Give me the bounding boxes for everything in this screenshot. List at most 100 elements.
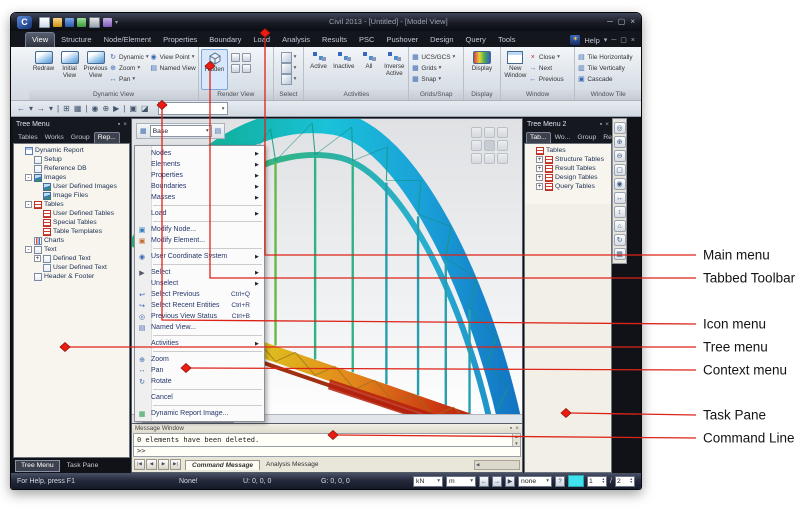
- menu-tab[interactable]: Tools: [492, 33, 522, 47]
- menu-tab[interactable]: Properties: [157, 33, 203, 47]
- tree-item[interactable]: User Defined Text: [14, 263, 129, 272]
- message-tab[interactable]: Command Message: [185, 460, 260, 470]
- tree-item[interactable]: Header & Footer: [14, 272, 129, 281]
- tree-item[interactable]: + Result Tables: [525, 164, 611, 173]
- dynamic-zoom-icon[interactable]: ◎: [614, 122, 626, 134]
- select-window-button[interactable]: ▾: [281, 63, 297, 73]
- tree-item[interactable]: + Query Tables: [525, 182, 611, 191]
- shade-icon[interactable]: ◪: [141, 102, 149, 115]
- tile-horizontally-button[interactable]: ▤Tile Horizontally: [577, 52, 632, 62]
- tree-item[interactable]: User Defined Images: [14, 182, 129, 191]
- context-menu-item[interactable]: Dynamic Report Image... ▶: [135, 408, 264, 419]
- app-logo-icon[interactable]: C: [17, 16, 32, 29]
- menu-tab[interactable]: Load: [247, 33, 276, 47]
- tree-expander[interactable]: +: [536, 183, 543, 190]
- stage-select[interactable]: none▾: [518, 476, 552, 487]
- tree-item[interactable]: Dynamic Report: [14, 146, 129, 155]
- open-file-icon[interactable]: [53, 18, 62, 27]
- tab-scrollbar[interactable]: ◀: [474, 460, 520, 470]
- close-button[interactable]: ×: [630, 15, 635, 29]
- redo-icon[interactable]: →: [37, 102, 45, 115]
- menu-tab[interactable]: Boundary: [203, 33, 247, 47]
- star-badge-icon[interactable]: ✶: [570, 35, 580, 45]
- tree-item[interactable]: Reference DB: [14, 164, 129, 173]
- tree-expander[interactable]: -: [25, 246, 32, 253]
- select-single-button[interactable]: ▾: [281, 52, 297, 62]
- close-icon[interactable]: ×: [605, 121, 609, 128]
- undo-icon[interactable]: ←: [17, 102, 25, 115]
- separator[interactable]: |: [57, 102, 59, 115]
- ucs-combo[interactable]: Base ▾: [150, 125, 212, 137]
- ucs-gcs-button[interactable]: ▦UCS/GCS▾: [411, 52, 455, 62]
- tree-item[interactable]: Image Files: [14, 191, 129, 200]
- import-icon[interactable]: [77, 18, 86, 27]
- display-option-icon[interactable]: ▣: [129, 102, 137, 115]
- zoom-window-icon[interactable]: ▢: [614, 164, 626, 176]
- menu-tab[interactable]: Analysis: [276, 33, 316, 47]
- tree-expander[interactable]: -: [25, 201, 32, 208]
- panel-tab[interactable]: Rep...: [94, 132, 120, 143]
- command-line-prompt[interactable]: >>: [133, 447, 521, 457]
- tree-item[interactable]: Charts: [14, 236, 129, 245]
- tree-item[interactable]: + Design Tables: [525, 173, 611, 182]
- redraw-button[interactable]: Redraw: [31, 49, 56, 90]
- minimize-button[interactable]: ─: [607, 15, 613, 29]
- menu-tab[interactable]: Node/Element: [98, 33, 158, 47]
- save-icon[interactable]: [65, 18, 74, 27]
- context-menu-item[interactable]: Modify Element... ▶: [135, 235, 264, 246]
- context-menu-item[interactable]: Nodes ▶: [135, 148, 264, 159]
- tree-item[interactable]: Special Tables: [14, 218, 129, 227]
- snap-button[interactable]: ▦Snap▾: [411, 74, 455, 84]
- menu-tab[interactable]: View: [25, 32, 55, 47]
- context-menu-item[interactable]: Select Previous Ctrl+Q ▶: [135, 289, 264, 300]
- query-button[interactable]: ?: [555, 476, 565, 487]
- context-menu-item[interactable]: Zoom ▶: [135, 354, 264, 365]
- capture-icon[interactable]: [103, 18, 112, 27]
- selection-color-swatch[interactable]: [568, 475, 584, 487]
- tree-item[interactable]: + Structure Tables: [525, 155, 611, 164]
- context-menu-item[interactable]: Load ▶: [135, 208, 264, 219]
- panel-tab[interactable]: Group: [574, 133, 599, 143]
- previous-window-button[interactable]: ←Previous: [529, 74, 564, 84]
- tab-next-button[interactable]: ▶: [158, 459, 169, 470]
- pin-icon[interactable]: ▪: [510, 425, 512, 432]
- page-current-spinner[interactable]: 1▲▼: [587, 476, 607, 487]
- pin-icon[interactable]: ▪: [600, 121, 602, 128]
- rotate-view-icon[interactable]: ↻: [614, 234, 626, 246]
- menu-tab[interactable]: Structure: [55, 33, 97, 47]
- context-menu-item[interactable]: Select Recent Entities Ctrl+R ▶: [135, 300, 264, 311]
- tree-item[interactable]: Tables: [525, 146, 611, 155]
- panel-tab[interactable]: Tab...: [526, 132, 551, 143]
- context-menu-item[interactable]: Unselect ▶: [135, 278, 264, 289]
- tree-expander[interactable]: +: [536, 156, 543, 163]
- panel-tab[interactable]: Works: [42, 133, 67, 143]
- help-menu[interactable]: Help: [584, 36, 599, 45]
- all-button[interactable]: All: [357, 49, 381, 90]
- tree-item[interactable]: - Images: [14, 173, 129, 182]
- inverse-active-button[interactable]: Inverse Active: [382, 49, 406, 90]
- message-tab[interactable]: Analysis Message: [260, 460, 324, 469]
- grid-view-icon[interactable]: ▦: [614, 248, 626, 260]
- tree-item[interactable]: - Text: [14, 245, 129, 254]
- menu-tab[interactable]: Pushover: [380, 33, 424, 47]
- tree-item[interactable]: Table Templates: [14, 227, 129, 236]
- hidden-render-button[interactable]: Hidden: [201, 49, 228, 90]
- view-navigation-control[interactable]: [471, 127, 508, 164]
- previous-view-button[interactable]: Previous View: [83, 49, 108, 90]
- select-poly-button[interactable]: ▾: [281, 74, 297, 84]
- menu-tab[interactable]: Results: [316, 33, 353, 47]
- tree-item[interactable]: Setup: [14, 155, 129, 164]
- initial-view-icon[interactable]: ⌂: [614, 220, 626, 232]
- page-total-spinner[interactable]: 2▲▼: [615, 476, 635, 487]
- menu-tab[interactable]: Query: [460, 33, 492, 47]
- print-icon[interactable]: [89, 17, 100, 28]
- zoom-out-icon[interactable]: ⊖: [614, 150, 626, 162]
- tree-expander[interactable]: +: [536, 174, 543, 181]
- context-menu-item[interactable]: Previous View Status Ctrl+B ▶: [135, 311, 264, 322]
- active-button[interactable]: Active: [306, 49, 330, 90]
- view-point-icon[interactable]: ◉: [91, 102, 98, 115]
- close-icon[interactable]: ×: [515, 425, 519, 432]
- context-menu-item[interactable]: User Coordinate System ▶: [135, 251, 264, 262]
- pan-left-right-icon[interactable]: ↔: [614, 192, 626, 204]
- separator[interactable]: |: [85, 102, 87, 115]
